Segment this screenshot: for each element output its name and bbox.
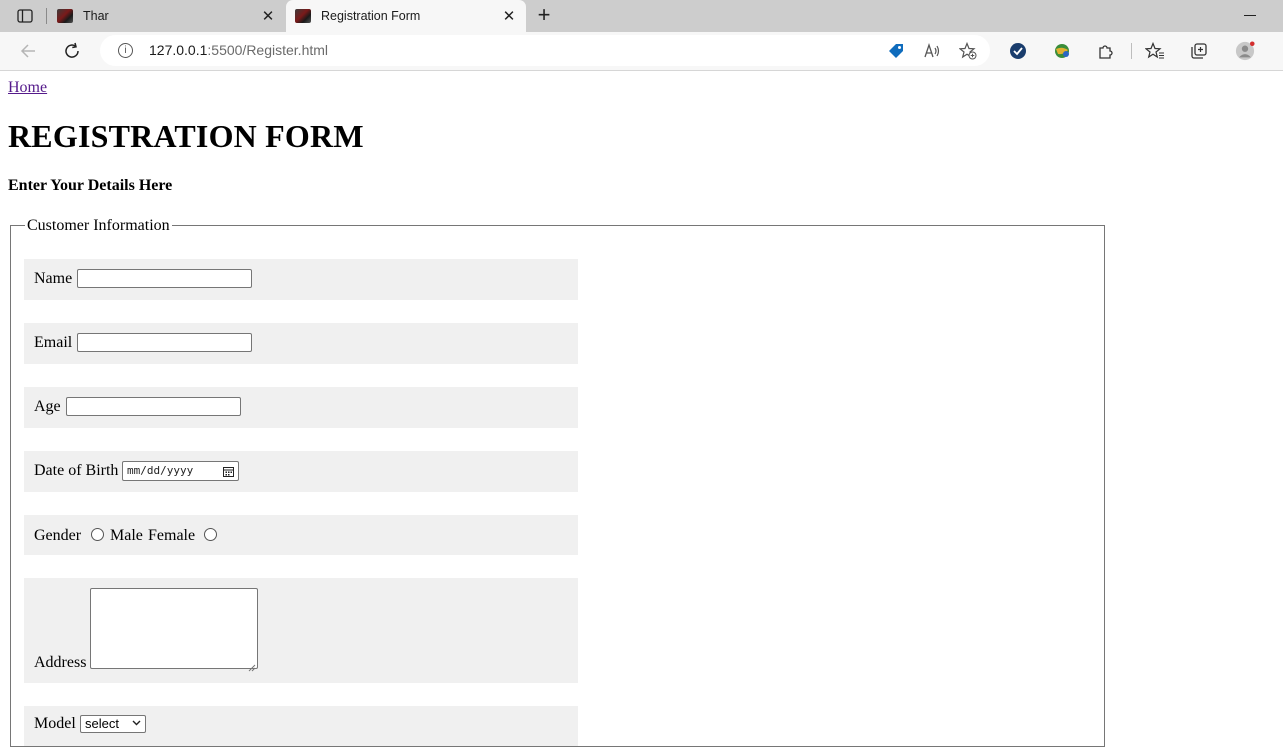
gender-label: Gender <box>34 527 82 544</box>
url-text: 127.0.0.1:5500/Register.html <box>149 42 328 58</box>
customer-information-fieldset: Customer Information Name Email Age Date… <box>10 217 1105 747</box>
minimize-icon[interactable] <box>1244 15 1256 16</box>
tab-strip: Thar ✕ Registration Form ✕ + <box>0 0 1283 32</box>
page-subtitle: Enter Your Details Here <box>8 177 173 194</box>
dob-row: Date of Birth mm/dd/yyyy <box>24 451 578 492</box>
email-row: Email <box>24 323 578 364</box>
home-link[interactable]: Home <box>8 79 47 97</box>
age-label: Age <box>34 398 61 415</box>
fieldset-legend: Customer Information <box>25 217 172 235</box>
tab-actions-icon[interactable] <box>10 6 40 26</box>
gender-male-label: Male <box>110 527 143 544</box>
gender-row: Gender Male Female <box>24 515 578 555</box>
page-content: Home REGISTRATION FORM Enter Your Detail… <box>0 71 1283 747</box>
collections-icon[interactable] <box>1189 41 1209 61</box>
extension-globe-icon[interactable] <box>1052 41 1072 61</box>
model-row: Model select <box>24 706 578 746</box>
profile-icon[interactable] <box>1235 41 1255 61</box>
thar-favicon-icon <box>57 9 73 23</box>
resize-handle-icon[interactable] <box>248 659 256 672</box>
tab-title: Registration Form <box>321 9 421 23</box>
model-label: Model <box>34 715 76 732</box>
address-bar[interactable]: i 127.0.0.1:5500/Register.html <box>100 35 990 66</box>
name-row: Name <box>24 259 578 300</box>
address-textarea[interactable] <box>90 588 258 672</box>
email-input[interactable] <box>77 333 252 352</box>
registration-favicon-icon <box>295 9 311 23</box>
extensions-icon[interactable] <box>1096 41 1116 61</box>
tab-registration-form[interactable]: Registration Form ✕ <box>286 0 526 32</box>
close-tab-icon[interactable]: ✕ <box>498 7 520 25</box>
age-input[interactable] <box>66 397 241 416</box>
page-title: REGISTRATION FORM <box>8 118 364 154</box>
dob-placeholder: mm/dd/yyyy <box>127 464 194 477</box>
address-label: Address <box>34 654 87 671</box>
back-icon[interactable] <box>16 39 40 63</box>
calendar-icon[interactable] <box>223 465 234 477</box>
favorites-icon[interactable] <box>1145 41 1165 61</box>
extension-check-icon[interactable] <box>1008 41 1028 61</box>
new-tab-icon[interactable]: + <box>533 4 555 26</box>
dob-input[interactable]: mm/dd/yyyy <box>122 461 239 481</box>
close-tab-icon[interactable]: ✕ <box>257 7 279 25</box>
site-info-icon[interactable]: i <box>118 43 133 58</box>
address-row: Address <box>24 578 578 683</box>
dob-label: Date of Birth <box>34 462 119 479</box>
name-input[interactable] <box>77 269 252 288</box>
gender-male-radio[interactable] <box>91 528 104 541</box>
url-host: 127.0.0.1 <box>149 42 208 58</box>
model-select[interactable]: select <box>80 715 146 733</box>
tab-thar[interactable]: Thar ✕ <box>48 0 285 32</box>
add-favorite-icon[interactable] <box>958 41 978 61</box>
refresh-icon[interactable] <box>60 39 84 63</box>
shopping-tag-icon[interactable] <box>886 41 906 61</box>
chevron-down-icon <box>132 717 141 733</box>
email-label: Email <box>34 334 73 351</box>
tab-divider <box>46 8 47 24</box>
gender-female-radio[interactable] <box>204 528 217 541</box>
age-row: Age <box>24 387 578 428</box>
gender-female-label: Female <box>148 527 196 544</box>
tab-title: Thar <box>83 9 109 23</box>
read-aloud-icon[interactable] <box>922 41 942 61</box>
browser-toolbar: i 127.0.0.1:5500/Register.html <box>0 32 1283 71</box>
name-label: Name <box>34 270 73 287</box>
toolbar-divider <box>1131 43 1132 59</box>
url-path: :5500/Register.html <box>207 42 329 58</box>
